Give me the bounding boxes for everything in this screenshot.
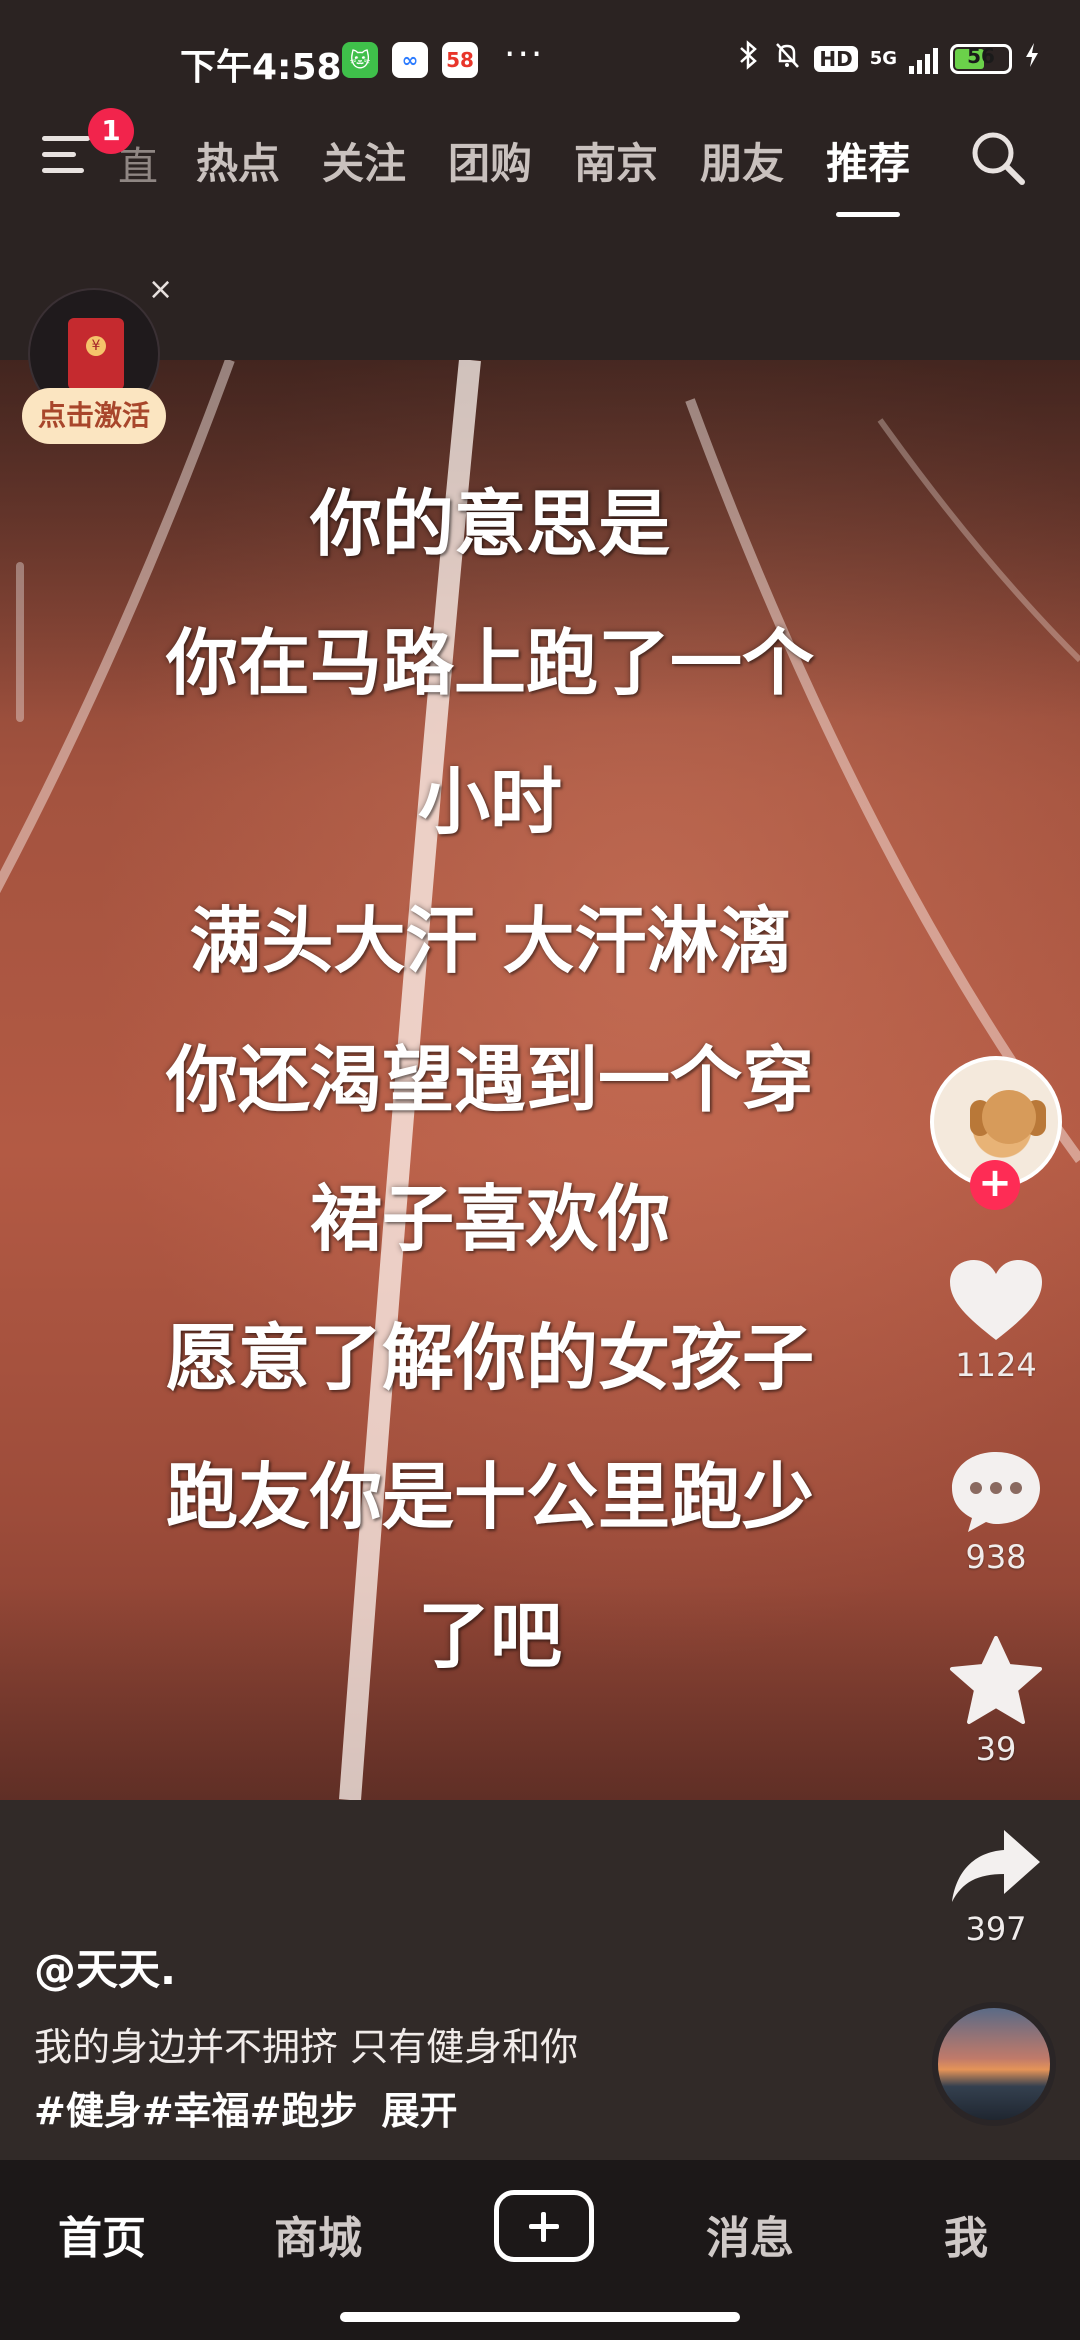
app-notification-icon: 58: [442, 42, 478, 78]
feed-tabs: 热点 关注 团购 南京 朋友 推荐: [196, 130, 910, 217]
search-icon[interactable]: [968, 128, 1028, 188]
red-packet-close-button[interactable]: ×: [148, 272, 173, 307]
share-button[interactable]: 397: [936, 1826, 1056, 1948]
star-icon: [950, 1636, 1042, 1724]
caption-line: 小时: [417, 760, 562, 844]
signal-icon: [909, 44, 938, 74]
favorite-count: 39: [975, 1730, 1017, 1768]
tab-me[interactable]: 我: [944, 2202, 988, 2266]
tab-mall[interactable]: 商城: [274, 2202, 362, 2266]
tab-following[interactable]: 关注: [322, 130, 406, 191]
post-description: 我的身边并不拥挤 只有健身和你: [34, 2025, 579, 2069]
side-scroll-indicator: [16, 562, 24, 722]
notification-badge: 1: [88, 108, 134, 154]
tab-group-buy[interactable]: 团购: [448, 130, 532, 191]
tab-friends[interactable]: 朋友: [700, 130, 784, 191]
caption-line: 你在马路上跑了一个: [165, 621, 814, 705]
caption-line: 你的意思是: [309, 482, 670, 566]
caption-line: 你还渴望遇到一个穿: [165, 1038, 814, 1122]
hashtags[interactable]: #健身#幸福#跑步: [34, 2089, 358, 2133]
more-notifications-icon: ···: [504, 34, 545, 75]
create-plus-button[interactable]: [494, 2190, 594, 2262]
top-nav: 直播 热点 关注 团购 南京 朋友 推荐: [0, 110, 1080, 217]
status-bar: 下午4:58 🐱 ∞ 58 ··· HD 5G 56: [0, 30, 1080, 94]
home-indicator[interactable]: [340, 2312, 740, 2322]
tab-hot[interactable]: 热点: [196, 130, 280, 191]
author-name[interactable]: @天天.: [34, 1936, 176, 1997]
video-caption: 你的意思是 你在马路上跑了一个 小时 满头大汗 大汗淋漓 你还渴望遇到一个穿 裙…: [40, 455, 940, 1706]
post-tags: #健身#幸福#跑步 展开: [34, 2080, 458, 2135]
hd-icon: HD: [814, 45, 858, 72]
music-disc[interactable]: [932, 2002, 1056, 2126]
status-icons: HD 5G 56: [738, 40, 1040, 77]
network-type: 5G: [869, 48, 897, 69]
comment-count: 938: [965, 1538, 1027, 1576]
like-count: 1124: [955, 1346, 1037, 1384]
favorite-button[interactable]: 39: [936, 1636, 1056, 1768]
video-player[interactable]: 你的意思是 你在马路上跑了一个 小时 满头大汗 大汗淋漓 你还渴望遇到一个穿 裙…: [0, 360, 1080, 1800]
like-button[interactable]: 1124: [936, 1258, 1056, 1384]
expand-button[interactable]: 展开: [382, 2089, 458, 2133]
screen: 下午4:58 🐱 ∞ 58 ··· HD 5G 56 直播: [0, 0, 1080, 2340]
share-count: 397: [965, 1910, 1027, 1948]
app-notification-icon: 🐱: [342, 42, 378, 78]
mute-bell-icon: [772, 40, 802, 77]
bluetooth-icon: [738, 40, 760, 77]
caption-line: 满头大汗 大汗淋漓: [189, 899, 791, 983]
menu-icon[interactable]: [42, 136, 96, 182]
status-time: 下午4:58: [180, 47, 342, 88]
red-packet-activate-button[interactable]: 点击激活: [22, 388, 166, 444]
heart-icon: [950, 1260, 1042, 1340]
follow-button[interactable]: +: [970, 1160, 1020, 1210]
tab-recommended[interactable]: 推荐: [826, 130, 910, 217]
tab-home[interactable]: 首页: [58, 2202, 146, 2266]
caption-line: 裙子喜欢你: [309, 1177, 670, 1261]
comment-icon: [952, 1452, 1040, 1532]
share-arrow-icon: [952, 1830, 1040, 1902]
battery-level: 56: [967, 43, 995, 68]
caption-line: 了吧: [417, 1594, 562, 1678]
tab-nanjing[interactable]: 南京: [574, 130, 658, 191]
charging-icon: [1024, 41, 1040, 76]
caption-line: 愿意了解你的女孩子: [165, 1316, 814, 1400]
app-notification-icon: ∞: [392, 42, 428, 78]
red-envelope-icon: [68, 318, 124, 390]
comment-button[interactable]: 938: [936, 1448, 1056, 1576]
caption-line: 跑友你是十公里跑少: [165, 1455, 814, 1539]
battery-icon: 56: [950, 43, 1012, 74]
tab-messages[interactable]: 消息: [706, 2202, 794, 2266]
